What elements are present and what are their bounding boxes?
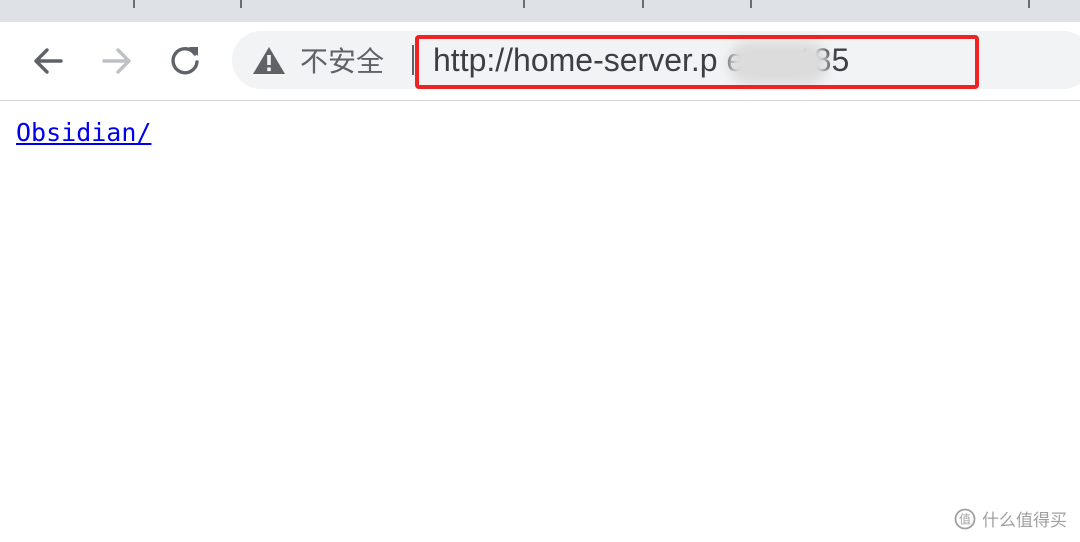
security-label: 不安全 — [300, 45, 385, 78]
tab-separator — [240, 0, 242, 8]
forward-button[interactable] — [95, 39, 139, 83]
tab-separator — [750, 0, 752, 8]
reload-button[interactable] — [163, 39, 207, 83]
back-button[interactable] — [26, 39, 70, 83]
arrow-left-icon — [34, 48, 63, 74]
reload-icon — [171, 47, 199, 75]
tab-separator — [523, 0, 525, 8]
tab-separator — [133, 0, 135, 8]
url-highlight-box — [415, 35, 979, 89]
omnibox-divider — [412, 45, 414, 75]
tab-separator — [642, 0, 644, 8]
watermark-text: 什么值得买 — [982, 511, 1067, 531]
watermark: 值 什么值得买 — [954, 506, 1067, 531]
warning-icon — [253, 47, 285, 74]
security-indicator[interactable]: 不安全 — [252, 31, 384, 89]
arrow-right-icon — [102, 48, 131, 74]
tab-separator — [1028, 0, 1030, 8]
watermark-logo-icon: 值 — [954, 508, 976, 529]
svg-text:值: 值 — [959, 511, 971, 526]
tab-strip — [0, 0, 1080, 22]
obsidian-directory-link[interactable]: Obsidian/ — [16, 118, 151, 147]
